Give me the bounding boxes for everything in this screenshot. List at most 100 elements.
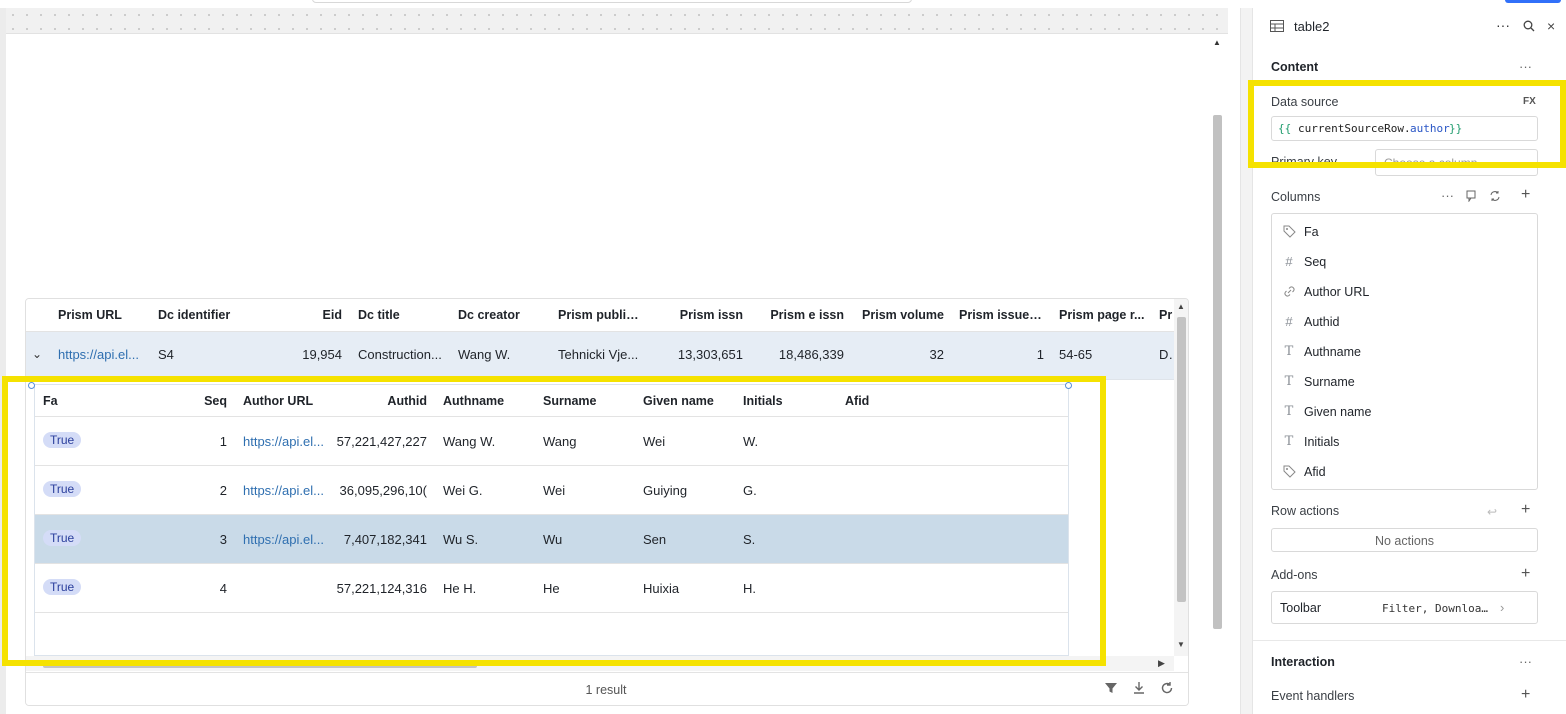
column-item-initials[interactable]: T Initials (1272, 427, 1536, 457)
text-icon: T (1284, 434, 1294, 449)
columns-sync-icon[interactable] (1489, 190, 1501, 205)
primary-key-select[interactable]: Choose a column (1375, 149, 1538, 176)
interaction-more-icon[interactable]: ··· (1519, 654, 1532, 669)
col-header-authname[interactable]: Authname (443, 394, 533, 408)
canvas-scroll-thumb[interactable] (1213, 115, 1222, 629)
cell-surname: Wei (543, 483, 566, 498)
expand-chevron-icon[interactable]: ⌄ (32, 347, 44, 361)
cell-surname: Wang (543, 434, 577, 449)
col-header-eid[interactable]: Eid (256, 308, 342, 322)
fa-badge: True (43, 530, 103, 546)
top-primary-button[interactable] (1505, 0, 1561, 3)
cell-author-url[interactable]: https://api.el... (243, 483, 327, 498)
add-event-handler-icon[interactable]: + (1521, 686, 1530, 704)
column-label: Initials (1304, 435, 1340, 449)
col-header-prism-issue[interactable]: Prism issue i... (959, 308, 1045, 322)
col-header-prism-public[interactable]: Prism public... (558, 308, 642, 322)
col-header-authid[interactable]: Authid (341, 394, 427, 408)
download-icon[interactable] (1132, 681, 1146, 698)
scroll-down-icon[interactable]: ▼ (1177, 640, 1185, 649)
chevron-right-icon: › (1500, 600, 1505, 615)
scroll-up-icon[interactable]: ▲ (1213, 38, 1221, 47)
columns-list: Fa # Seq Author URL # Authid T Authname … (1271, 213, 1538, 490)
fa-badge-text: True (43, 481, 82, 497)
outer-hscroll-thumb[interactable] (43, 660, 477, 668)
row-actions-box[interactable]: No actions (1271, 528, 1538, 552)
resize-handle[interactable] (28, 382, 35, 389)
cell-author-url[interactable]: https://api.el... (243, 434, 327, 449)
column-label: Afid (1304, 465, 1326, 479)
table-row[interactable]: True 4 57,221,124,316 He H. He Huixia H. (35, 564, 1068, 613)
fa-badge: True (43, 579, 103, 595)
table-row[interactable]: True 1 https://api.el... 57,221,427,227 … (35, 417, 1068, 466)
column-item-afid[interactable]: Afid (1272, 457, 1536, 487)
column-label: Given name (1304, 405, 1372, 419)
col-header-given-name[interactable]: Given name (643, 394, 733, 408)
cell-seq: 4 (219, 581, 227, 596)
resize-handle[interactable] (1065, 382, 1072, 389)
table-row[interactable]: True 2 https://api.el... 36,095,296,10( … (35, 466, 1068, 515)
more-options-icon[interactable]: ··· (1496, 17, 1510, 33)
col-header-initials[interactable]: Initials (743, 394, 833, 408)
col-header-dc-title[interactable]: Dc title (358, 308, 448, 322)
search-icon[interactable] (1523, 20, 1535, 35)
column-item-authid[interactable]: # Authid (1272, 307, 1536, 337)
add-row-action-icon[interactable]: + (1521, 501, 1530, 519)
toolbar-addon[interactable]: Toolbar Filter, Downloa... › (1271, 591, 1538, 624)
column-item-surname[interactable]: T Surname (1272, 367, 1536, 397)
refresh-icon[interactable] (1160, 681, 1174, 698)
column-label: Author URL (1304, 285, 1370, 299)
text-icon: T (1284, 374, 1294, 389)
col-header-dc-identifier[interactable]: Dc identifier (158, 308, 248, 322)
col-header-afid[interactable]: Afid (845, 394, 935, 408)
row-actions-label: Row actions (1271, 504, 1340, 518)
cell-surname: He (543, 581, 560, 596)
add-addon-icon[interactable]: + (1521, 565, 1530, 583)
close-icon[interactable]: × (1547, 18, 1555, 34)
col-header-seq[interactable]: Seq (155, 394, 227, 408)
col-header-dc-creator[interactable]: Dc creator (458, 308, 548, 322)
cell-initials: W. (743, 434, 759, 449)
scroll-right-icon[interactable]: ▶ (1158, 658, 1165, 669)
table-row[interactable]: ⌄ https://api.el... S4 19,954 Constructi… (26, 332, 1174, 380)
table-row-selected[interactable]: True 3 https://api.el... 7,407,182,341 W… (35, 515, 1068, 564)
undo-icon[interactable]: ↩ (1487, 505, 1497, 519)
component-title[interactable]: table2 (1294, 19, 1329, 34)
cell-eid: 19,954 (302, 347, 342, 362)
hash-icon: # (1285, 314, 1293, 329)
col-header-prism-page[interactable]: Prism page r... (1059, 308, 1145, 322)
col-header-prism-url[interactable]: Prism URL (58, 308, 148, 322)
col-header-prism-e-issn[interactable]: Prism e issn (756, 308, 844, 322)
column-item-authname[interactable]: T Authname (1272, 337, 1536, 367)
filter-icon[interactable] (1104, 681, 1118, 698)
column-item-seq[interactable]: # Seq (1272, 247, 1536, 277)
column-label: Authid (1304, 315, 1340, 329)
col-header-prism-issn[interactable]: Prism issn (656, 308, 743, 322)
outer-vscroll-thumb[interactable] (1177, 317, 1186, 602)
cell-seq: 2 (219, 483, 227, 498)
columns-more-icon[interactable]: ··· (1441, 188, 1454, 203)
data-source-input[interactable]: {{ currentSourceRow. author }} (1271, 116, 1538, 141)
col-header-fa[interactable]: Fa (43, 394, 103, 408)
column-item-given-name[interactable]: T Given name (1272, 397, 1536, 427)
outer-horizontal-scrollbar[interactable]: ▶ (26, 656, 1174, 671)
col-header-surname[interactable]: Surname (543, 394, 633, 408)
column-item-fa[interactable]: Fa (1272, 217, 1536, 247)
column-item-author-url[interactable]: Author URL (1272, 277, 1536, 307)
col-header-prism-volume[interactable]: Prism volume (856, 308, 944, 322)
text-icon: T (1284, 404, 1294, 419)
col-header-author-url[interactable]: Author URL (243, 394, 333, 408)
scroll-up-icon[interactable]: ▲ (1177, 302, 1185, 311)
outer-vertical-scrollbar[interactable]: ▲ ▼ (1174, 299, 1188, 656)
top-search-bar[interactable] (312, 0, 912, 3)
col-header-pr[interactable]: Pr (1159, 308, 1174, 322)
add-column-icon[interactable]: + (1521, 186, 1530, 204)
columns-copy-icon[interactable] (1465, 190, 1477, 205)
cell-author-url[interactable]: https://api.el... (243, 532, 327, 547)
canvas-scrollbar[interactable]: ▲ (1210, 35, 1226, 714)
section-content-title[interactable]: Content (1271, 60, 1318, 74)
section-interaction-title[interactable]: Interaction (1271, 655, 1335, 669)
cell-prism-url[interactable]: https://api.el... (58, 347, 146, 362)
section-more-icon[interactable]: ··· (1519, 59, 1532, 74)
fx-toggle[interactable]: FX (1523, 96, 1536, 107)
